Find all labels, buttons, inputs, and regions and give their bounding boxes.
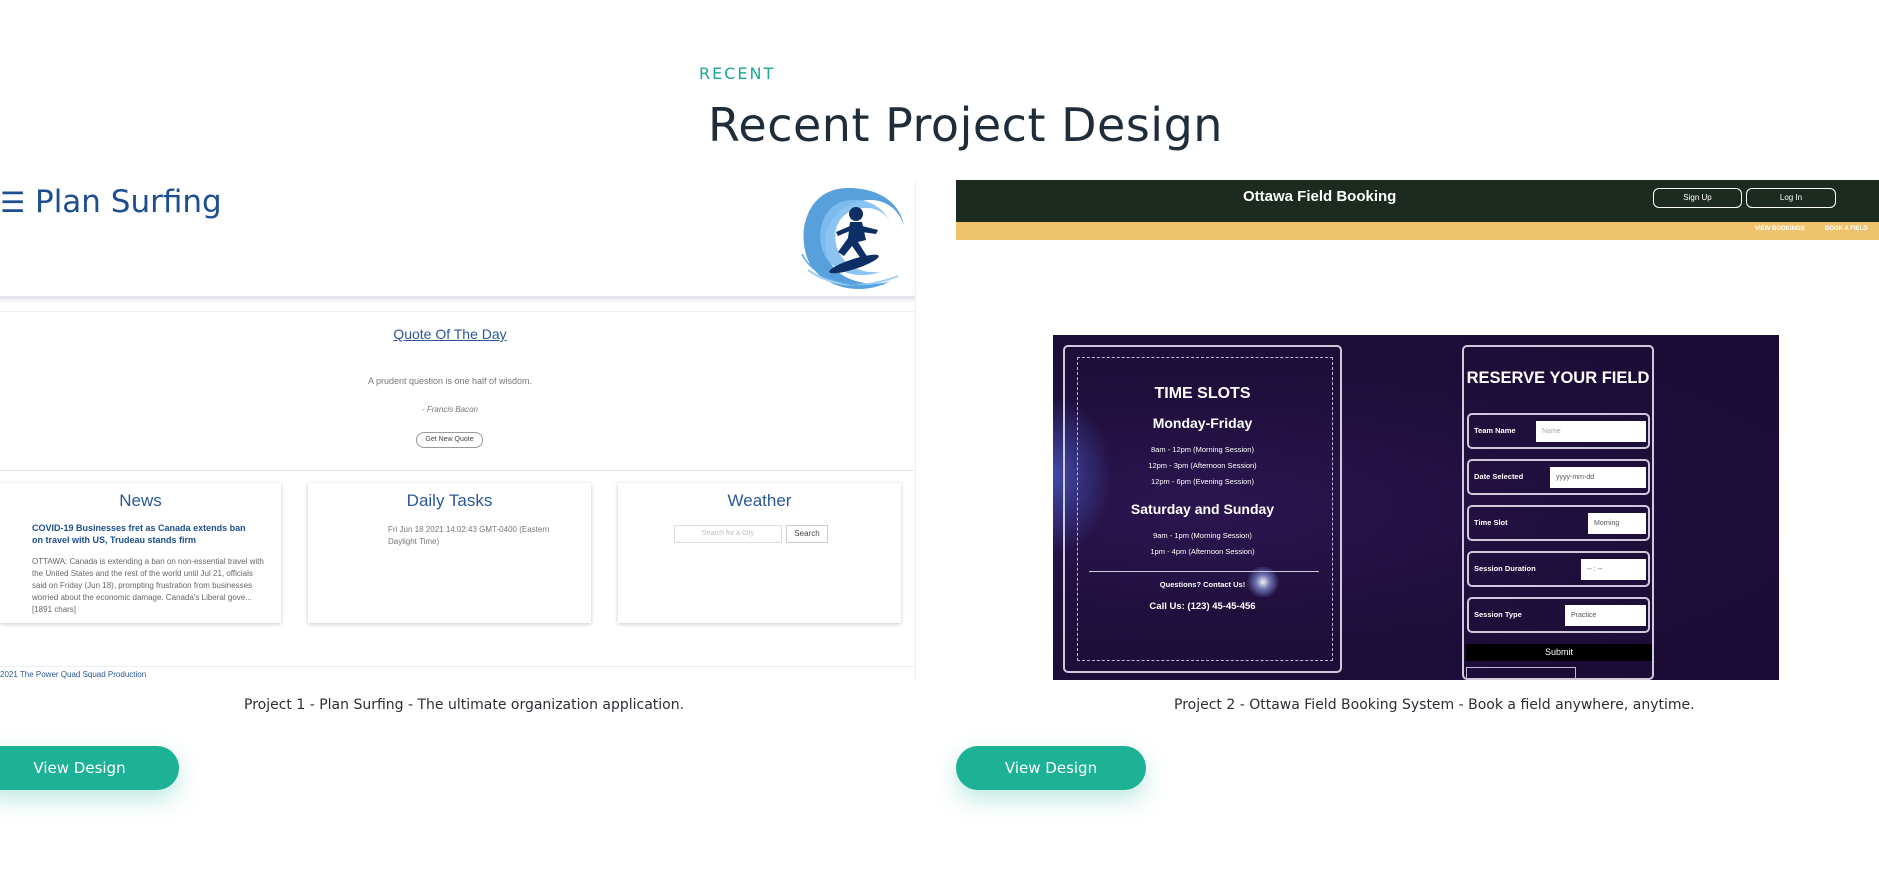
time-slots-title: TIME SLOTS — [1154, 385, 1251, 402]
duration-row: Session Duration -- : -- — [1467, 551, 1650, 587]
news-title: News — [119, 491, 162, 510]
weekday-slot: 12pm - 6pm (Evening Session) — [1151, 477, 1254, 486]
project-1-preview: ☰ Plan Surfing Quote Of The Day A pruden… — [0, 180, 916, 680]
weekend-slot: 1pm - 4pm (Afternoon Session) — [1150, 547, 1255, 556]
duration-field: -- : -- — [1581, 559, 1646, 580]
section-eyebrow: RECENT — [699, 64, 776, 83]
app-title: Plan Surfing — [35, 184, 222, 220]
time-slot-row: Time Slot Morning — [1467, 505, 1650, 541]
nav-view-bookings: VIEW BOOKINGS — [1755, 226, 1805, 232]
date-field: yyyy-mm-dd — [1550, 467, 1646, 488]
log-in-button: Log In — [1746, 188, 1836, 208]
questions-text: Questions? Contact Us! — [1159, 580, 1246, 589]
time-slot-select: Morning — [1588, 513, 1646, 534]
quote-text: A prudent question is one half of wisdom… — [367, 376, 533, 386]
top-navbar: Ottawa Field Booking Sign Up Log In — [956, 180, 1879, 222]
weekdays-title: Monday-Friday — [1152, 415, 1253, 431]
news-headline: COVID-19 Businesses fret as Canada exten… — [32, 523, 246, 545]
booking-panel: TIME SLOTS Monday-Friday 8am - 12pm (Mor… — [1053, 335, 1779, 680]
weather-search-input: Search for a City — [674, 525, 782, 543]
news-card: News COVID-19 Businesses fret as Canada … — [0, 483, 281, 623]
quote-of-the-day-title: Quote Of The Day — [393, 326, 507, 342]
weather-search-button: Search — [786, 525, 828, 543]
sign-up-button: Sign Up — [1653, 188, 1742, 208]
phone-text: Call Us: (123) 45-45-456 — [1149, 601, 1256, 612]
date-row: Date Selected yyyy-mm-dd — [1467, 459, 1650, 495]
quote-author: - Francis Bacon — [421, 405, 479, 414]
date-label: Date Selected — [1474, 472, 1524, 481]
session-type-label: Session Type — [1474, 610, 1522, 619]
reserve-form: RESERVE YOUR FIELD Team Name Name Date S… — [1462, 345, 1654, 680]
view-design-button-2[interactable]: View Design — [956, 746, 1146, 790]
team-name-row: Team Name Name — [1467, 413, 1650, 449]
news-body: OTTAWA: Canada is extending a ban on non… — [32, 557, 264, 614]
view-design-button-1[interactable]: View Design — [0, 746, 179, 790]
project-1-caption: Project 1 - Plan Surfing - The ultimate … — [244, 697, 685, 713]
sub-navbar: VIEW BOOKINGS BOOK A FIELD — [956, 222, 1879, 240]
weather-card: Weather Search for a City Search — [618, 483, 901, 623]
session-type-row: Session Type Practice — [1467, 597, 1650, 633]
section-heading: Recent Project Design — [708, 98, 1223, 152]
team-name-field: Name — [1536, 421, 1646, 442]
app-title: Ottawa Field Booking — [1243, 188, 1397, 205]
weekday-slot: 12pm - 3pm (Afternoon Session) — [1148, 461, 1257, 470]
submit-button: Submit — [1466, 644, 1652, 661]
session-type-select: Practice — [1565, 605, 1646, 626]
daily-tasks-date: Fri Jun 18 2021 14:02:43 GMT-0400 (Easte… — [388, 525, 550, 546]
project-2-caption: Project 2 - Ottawa Field Booking System … — [1174, 697, 1695, 713]
surfer-wave-logo — [801, 188, 904, 290]
reserve-form-title: RESERVE YOUR FIELD — [1466, 369, 1650, 387]
weather-title: Weather — [727, 491, 792, 510]
daily-tasks-card: Daily Tasks Fri Jun 18 2021 14:02:43 GMT… — [308, 483, 591, 623]
get-new-quote-button: Get New Quote — [416, 432, 483, 448]
time-slots-box: TIME SLOTS Monday-Friday 8am - 12pm (Mor… — [1063, 345, 1342, 673]
daily-tasks-title: Daily Tasks — [406, 491, 493, 510]
hamburger-menu-icon: ☰ — [0, 186, 26, 219]
time-slot-label: Time Slot — [1474, 518, 1508, 527]
nav-book-a-field: BOOK A FIELD — [1825, 226, 1868, 232]
footer-text: 2021 The Power Quad Squad Production — [0, 670, 147, 679]
weekend-slot: 9am - 1pm (Morning Session) — [1153, 531, 1252, 540]
team-name-label: Team Name — [1474, 426, 1516, 435]
project-2-preview: Ottawa Field Booking Sign Up Log In VIEW… — [956, 180, 1879, 680]
weekend-title: Saturday and Sunday — [1130, 501, 1275, 517]
duration-label: Session Duration — [1474, 564, 1536, 573]
weekday-slot: 8am - 12pm (Morning Session) — [1151, 445, 1254, 454]
